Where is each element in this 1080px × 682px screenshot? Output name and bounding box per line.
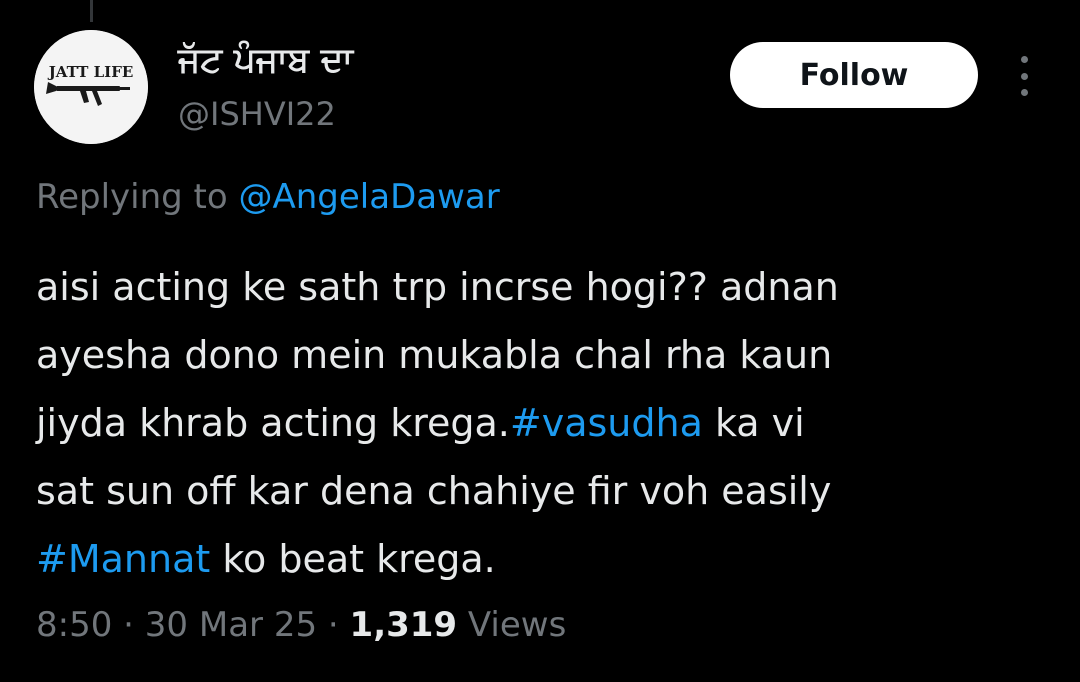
thread-connector-line	[90, 0, 93, 22]
hashtag-link[interactable]: #Mannat	[36, 537, 210, 581]
views-label: Views	[457, 605, 567, 645]
author-display-name[interactable]: ਜੱਟ ਪੰਜਾਬ ਦਾ	[178, 36, 353, 84]
more-dot	[1020, 56, 1028, 63]
more-vertical-icon[interactable]	[1008, 56, 1040, 96]
meta-separator: ·	[112, 605, 145, 645]
tweet-text-segment: ko beat krega.	[210, 537, 496, 581]
hashtag-link[interactable]: #vasudha	[510, 401, 703, 445]
tweet-text-segment: jiyda khrab acting krega.	[36, 401, 510, 445]
more-dot	[1020, 89, 1028, 96]
tweet-line: aisi acting ke sath trp incrse hogi?? ad…	[36, 265, 839, 309]
tweet-text-segment: ka vi	[702, 401, 805, 445]
tweet-text: aisi acting ke sath trp incrse hogi?? ad…	[36, 253, 1046, 593]
tweet-line: #Mannat ko beat krega.	[36, 525, 1046, 593]
replying-to: Replying to @AngelaDawar	[36, 174, 500, 220]
tweet-line: ayesha dono mein mukabla chal rha kaun	[36, 333, 833, 377]
tweet-meta: 8:50 · 30 Mar 25 · 1,319 Views	[36, 602, 566, 648]
replying-to-label: Replying to	[36, 177, 228, 217]
meta-separator: ·	[317, 605, 350, 645]
author-handle[interactable]: @ISHVI22	[178, 92, 336, 136]
tweet-line: jiyda khrab acting krega.#vasudha ka vi	[36, 389, 1046, 457]
mention-link[interactable]: @AngelaDawar	[239, 177, 500, 217]
avatar-logo-text: JATT LIFE	[47, 63, 134, 81]
tweet-time[interactable]: 8:50	[36, 605, 112, 645]
follow-button[interactable]: Follow	[730, 42, 978, 108]
avatar-logo: JATT LIFE	[34, 30, 148, 144]
avatar[interactable]: JATT LIFE	[34, 30, 148, 144]
views-count[interactable]: 1,319	[350, 605, 458, 645]
more-dot	[1020, 72, 1028, 80]
tweet-line: sat sun off kar dena chahiye fir voh eas…	[36, 469, 832, 513]
tweet-date[interactable]: 30 Mar 25	[145, 605, 317, 645]
